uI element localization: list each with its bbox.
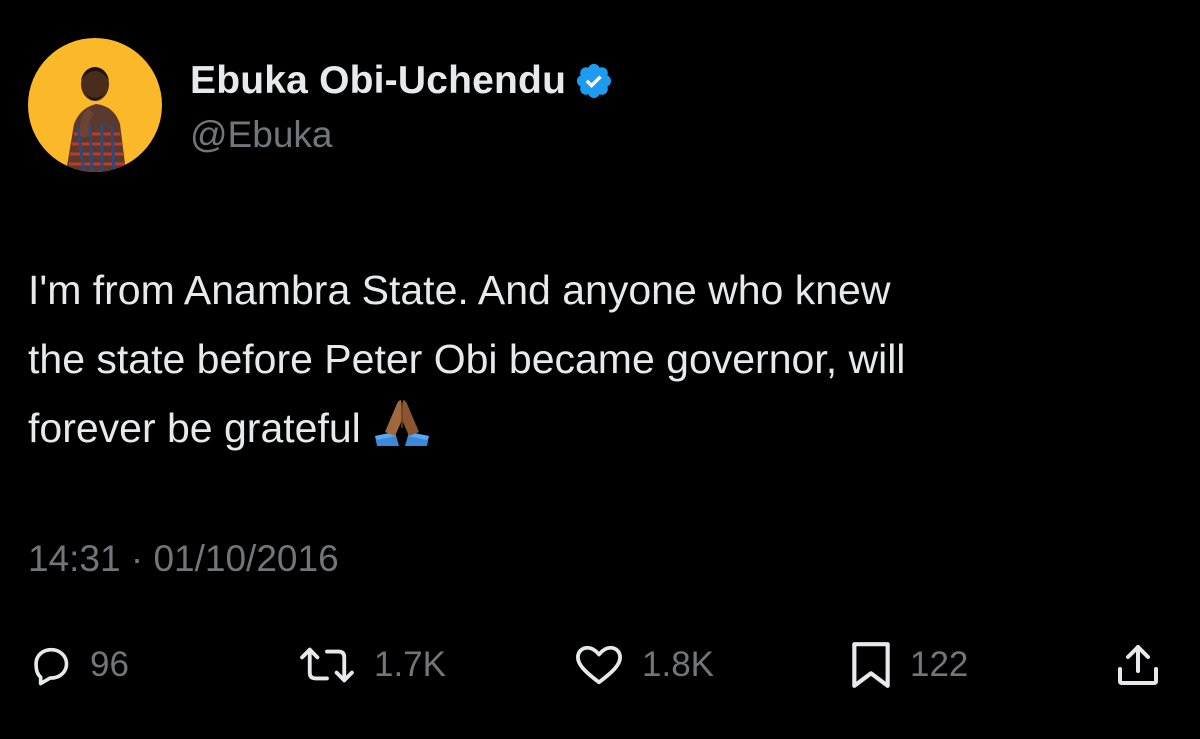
share-icon — [1118, 645, 1158, 685]
author-names: Ebuka Obi-Uchendu @Ebuka — [190, 54, 614, 156]
retweet-button[interactable]: 1.7K — [296, 630, 446, 700]
tweet-text: I'm from Anambra State. And anyone who k… — [28, 256, 1178, 463]
display-name[interactable]: Ebuka Obi-Uchendu — [190, 59, 566, 103]
avatar[interactable] — [28, 38, 162, 172]
like-count: 1.8K — [642, 645, 714, 684]
retweet-icon — [300, 647, 354, 683]
like-button[interactable]: 1.8K — [572, 630, 714, 700]
display-name-row: Ebuka Obi-Uchendu — [190, 54, 614, 108]
tweet-timestamp[interactable]: 14:31 · 01/10/2016 — [28, 538, 339, 580]
reply-icon — [34, 647, 69, 686]
tweet-header: Ebuka Obi-Uchendu @Ebuka — [28, 38, 614, 172]
folded-hands-emoji-icon — [371, 398, 433, 448]
verified-badge-icon[interactable] — [574, 61, 614, 101]
handle[interactable]: @Ebuka — [190, 114, 614, 156]
share-button[interactable] — [1114, 630, 1162, 700]
reply-button[interactable]: 96 — [28, 630, 129, 700]
retweet-count: 1.7K — [374, 645, 446, 684]
tweet-text-content: I'm from Anambra State. And anyone who k… — [28, 267, 906, 451]
heart-icon — [576, 645, 622, 685]
reply-count: 96 — [90, 645, 129, 684]
bookmark-icon — [852, 642, 890, 688]
avatar-image — [28, 38, 162, 172]
tweet-card: Ebuka Obi-Uchendu @Ebuka I'm from Anambr… — [0, 0, 1200, 739]
action-bar: 96 1.7K 1.8K 122 — [28, 630, 1172, 700]
bookmark-count: 122 — [910, 645, 969, 684]
bookmark-button[interactable]: 122 — [848, 630, 968, 700]
